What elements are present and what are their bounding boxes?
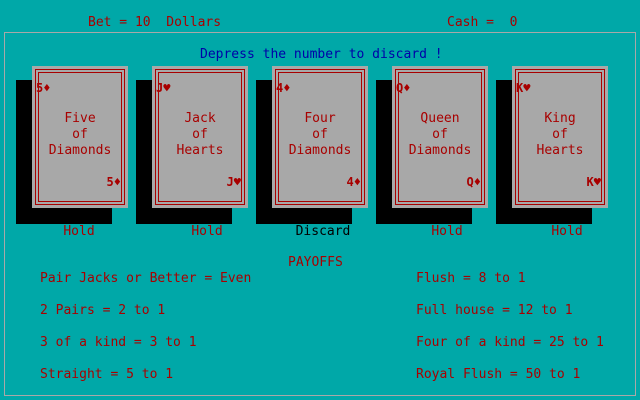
payoff-two-pairs: 2 Pairs = 2 to 1	[40, 303, 166, 318]
payoffs-title: PAYOFFS	[288, 255, 343, 270]
card-name-line: Five	[64, 111, 96, 126]
discard-instruction: Depress the number to discard !	[200, 47, 443, 62]
payoff-flush: Flush = 8 to 1	[416, 271, 526, 286]
cash-display: Cash = 0	[447, 15, 518, 30]
card-status-2[interactable]: Hold	[150, 224, 264, 240]
card-name-line: of	[432, 127, 448, 142]
card-name: Four of Diamonds	[276, 111, 364, 159]
payoff-three-kind: 3 of a kind = 3 to 1	[40, 335, 197, 350]
card-name-line: of	[192, 127, 208, 142]
card-name-line: Hearts	[536, 143, 584, 158]
card-slot-5[interactable]: K♥ King of Hearts K♥	[496, 66, 610, 224]
card-corner-bottom: Q♦	[466, 175, 481, 189]
card-name-line: Hearts	[176, 143, 224, 158]
card-name-line: of	[312, 127, 328, 142]
frame-left-line	[4, 32, 5, 396]
playing-card[interactable]: 4♦ Four of Diamonds 4♦	[272, 66, 368, 208]
card-name-line: Diamonds	[288, 143, 352, 158]
game-screen: Bet = 10 Dollars Cash = 0 Depress the nu…	[0, 0, 640, 400]
card-slot-4[interactable]: Q♦ Queen of Diamonds Q♦	[376, 66, 490, 224]
card-status-3[interactable]: Discard	[266, 224, 380, 240]
card-status-1[interactable]: Hold	[22, 224, 136, 240]
card-corner-top: K♥	[516, 81, 531, 95]
payoff-full-house: Full house = 12 to 1	[416, 303, 573, 318]
card-corner-top: 5♦	[36, 81, 51, 95]
card-corner-bottom: 4♦	[346, 175, 361, 189]
card-status-5[interactable]: Hold	[510, 224, 624, 240]
payoff-four-kind: Four of a kind = 25 to 1	[416, 335, 604, 350]
card-corner-top: 4♦	[276, 81, 291, 95]
frame-bottom-line	[4, 395, 636, 396]
frame-top-line	[4, 32, 636, 33]
payoff-straight: Straight = 5 to 1	[40, 367, 174, 382]
card-name-line: Queen	[420, 111, 460, 126]
card-corner-top: Q♦	[396, 81, 411, 95]
payoff-pair-jacks: Pair Jacks or Better = Even	[40, 271, 252, 286]
frame-right-line	[635, 32, 636, 396]
card-name: Queen of Diamonds	[396, 111, 484, 159]
card-corner-top: J♥	[156, 81, 171, 95]
card-corner-bottom: 5♦	[106, 175, 121, 189]
card-name: Jack of Hearts	[156, 111, 244, 159]
card-name-line: of	[72, 127, 88, 142]
card-name-line: of	[552, 127, 568, 142]
card-slot-2[interactable]: J♥ Jack of Hearts J♥	[136, 66, 250, 224]
playing-card[interactable]: Q♦ Queen of Diamonds Q♦	[392, 66, 488, 208]
card-slot-1[interactable]: 5♦ Five of Diamonds 5♦	[16, 66, 130, 224]
playing-card[interactable]: K♥ King of Hearts K♥	[512, 66, 608, 208]
payoff-royal-flush: Royal Flush = 50 to 1	[416, 367, 581, 382]
card-corner-bottom: J♥	[226, 175, 241, 189]
card-name-line: Jack	[184, 111, 216, 126]
card-name-line: Diamonds	[408, 143, 472, 158]
card-name: King of Hearts	[516, 111, 604, 159]
bet-display: Bet = 10 Dollars	[88, 15, 222, 30]
card-name: Five of Diamonds	[36, 111, 124, 159]
playing-card[interactable]: 5♦ Five of Diamonds 5♦	[32, 66, 128, 208]
card-name-line: Four	[304, 111, 336, 126]
card-name-line: King	[544, 111, 576, 126]
card-status-4[interactable]: Hold	[390, 224, 504, 240]
card-corner-bottom: K♥	[586, 175, 601, 189]
card-slot-3[interactable]: 4♦ Four of Diamonds 4♦	[256, 66, 370, 224]
card-name-line: Diamonds	[48, 143, 112, 158]
playing-card[interactable]: J♥ Jack of Hearts J♥	[152, 66, 248, 208]
